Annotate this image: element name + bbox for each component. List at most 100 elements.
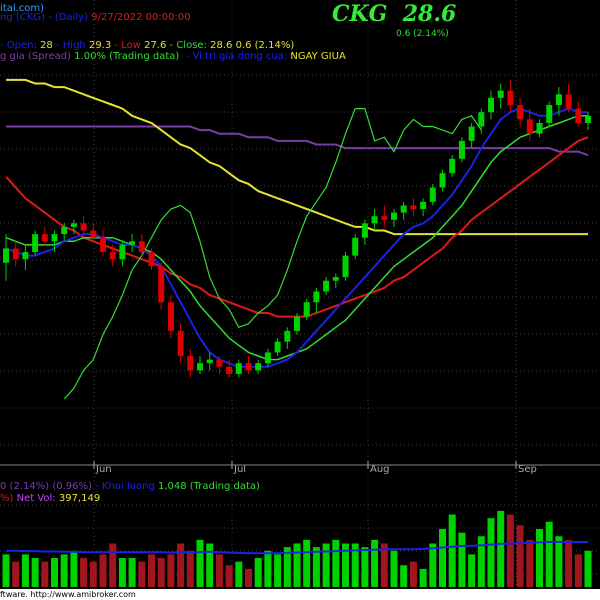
volume-bar [584,550,592,587]
candle-body [148,252,155,267]
candle-body [575,108,582,123]
candle-body [517,105,524,120]
ticker-change: 0.6 (2.14%) [396,29,449,39]
volume-bar [215,554,223,587]
volume-bar [2,554,10,587]
volume-bar [468,554,476,587]
price-chart[interactable]: Jun Jul Aug Sep [0,0,600,600]
volume-bar [429,543,437,587]
candle-body [61,226,68,235]
volume-bar [409,561,417,587]
candle-body [284,330,291,342]
volume-bar [293,543,301,587]
candle-body [429,187,436,202]
netvol-value: 397,149 [58,493,101,504]
candle-body [497,90,504,98]
volume-bar [477,536,485,587]
vol-prefix: %) [0,493,14,504]
volume-bar [99,554,107,587]
candle-body [245,363,252,371]
candle-body [352,237,359,256]
candle-body [458,140,465,159]
candle-body [80,223,87,231]
volume-bar [497,510,505,587]
volume-bar [264,550,272,587]
candle-body [294,316,300,331]
candle-body [235,363,242,374]
volume-bar [419,568,427,587]
candle-body [90,230,97,238]
kl-value: 1,048 (Trading data) [157,481,260,492]
volume-bar [361,547,369,587]
volume-bar [565,539,573,587]
volume-bar [400,565,408,587]
volume-bar [206,543,214,587]
candle-body [22,252,29,260]
footer-bar: ftware. http://www.amibroker.com [0,589,600,600]
low-value: 27.6 [144,40,167,51]
candle-body [51,234,58,242]
volume-bar [274,554,282,587]
kl-label: Khoi luong [101,481,155,492]
candle-body [129,241,136,245]
candle-body [381,216,388,220]
volume-legend-1: 0 (2.14%) (0.96%) - Khoi luong 1,048 (Tr… [0,481,260,492]
header-date: 9/27/2022 00:00:00 [91,12,191,23]
vitri-label: Vi tri gia dong cua: [192,51,288,62]
candle-body [41,234,48,242]
spread-value: 1.00% (Trading data) [74,51,180,62]
candle-body [100,237,106,253]
header-line-3: g gia (Spread) 1.00% (Trading data) - Vi… [0,51,346,62]
spread-label: g gia (Spread) [0,51,71,62]
x-axis-month-label: Sep [518,464,537,475]
candle-body [449,158,456,174]
volume-bar [506,514,514,587]
open-label: - Open: [0,40,37,51]
volume-bar [574,554,582,587]
volume-bar [439,529,446,587]
candle-body [361,223,368,238]
volume-bar [51,558,58,587]
x-axis-month-label: Jul [233,464,246,475]
volume-bar [312,547,320,587]
candle-body [274,341,281,353]
candle-body [400,205,407,213]
volume-bar [196,539,204,587]
candle-body [546,105,553,123]
low-label: - Low [114,40,141,51]
volume-bar [332,539,340,587]
volume-bar [89,561,97,587]
candle-body [3,248,9,263]
volume-bar [186,550,194,587]
candle-body [206,359,213,364]
candle-body [12,248,19,260]
volume-bar [458,532,466,587]
candle-body [536,122,543,134]
candle-body [216,359,223,367]
volume-bar [128,558,136,587]
candle-body [158,266,165,303]
header-line-1b: ng (CKG) - (Daily) 9/27/2022 00:00:00 [0,12,191,24]
candle-body [303,302,310,317]
volume-bar [390,550,398,587]
candle-body [255,363,262,371]
candle-body [488,97,494,113]
candle-body [177,330,184,357]
volume-bar [167,554,175,587]
volume-bar [536,529,543,587]
volume-bar [448,514,456,587]
vitri-value: NGAY GIUA [290,51,346,62]
candle-body [371,216,378,224]
candle-body [167,302,174,331]
vol-change: 0 (2.14%) [0,481,50,492]
candle-body [138,241,145,253]
volume-bar [80,558,88,587]
volume-bar [371,539,379,587]
candle-body [332,277,339,281]
candle-body [109,252,116,260]
volume-bar [322,543,330,587]
candle-body [70,223,77,227]
ticker-symbol: CKG [332,1,388,27]
close-change: 0.6 (2.14%) [235,40,295,51]
candle-body [526,119,533,134]
